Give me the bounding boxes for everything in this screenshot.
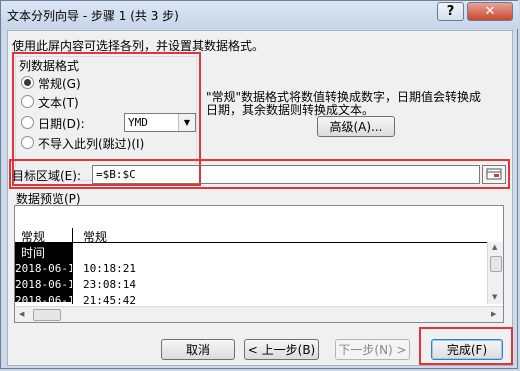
text-to-columns-dialog: 文本分列向导 - 步骤 1 (共 3 步) ? ✕ 使用此屏内容可选择各列，并设…: [0, 0, 519, 369]
destination-input[interactable]: =$B:$C: [92, 165, 480, 184]
preview-cell: 2018-06-12: [15, 278, 72, 291]
preview-cell: 2018-06-13: [15, 262, 72, 275]
radio-date[interactable]: [21, 116, 34, 129]
finish-button[interactable]: 完成(F): [431, 339, 503, 360]
title-bar[interactable]: 文本分列向导 - 步骤 1 (共 3 步) ? ✕: [1, 1, 519, 29]
radio-skip-column[interactable]: [21, 136, 34, 149]
collapse-dialog-button[interactable]: [482, 165, 506, 184]
data-preview[interactable]: 常规 常规 时间 2018-06-13 10:18:21 2018-06-12 …: [14, 205, 504, 323]
scroll-right-icon: ▶: [491, 310, 497, 318]
destination-label: 目标区域(E):: [12, 169, 81, 183]
preview-header-col2[interactable]: 常规: [83, 228, 107, 244]
radio-general-label[interactable]: 常规(G): [38, 75, 81, 92]
help-button[interactable]: ?: [437, 2, 464, 21]
date-format-select[interactable]: YMD ▼: [124, 113, 196, 132]
preview-cell: 时间: [21, 246, 46, 260]
preview-horizontal-scrollbar[interactable]: ◀ ▶: [15, 306, 503, 322]
dialog-content: 使用此屏内容可选择各列，并设置其数据格式。 列数据格式 常规(G) 文本(T) …: [7, 30, 513, 366]
preview-cell: 23:08:14: [83, 278, 136, 291]
destination-value: =$B:$C: [96, 168, 136, 181]
preview-vertical-scrollbar[interactable]: ▲ ▼: [487, 242, 503, 304]
close-button[interactable]: ✕: [467, 2, 513, 21]
preview-cell: 10:18:21: [83, 262, 136, 275]
cancel-button[interactable]: 取消: [161, 339, 235, 360]
chevron-down-icon[interactable]: ▼: [178, 114, 195, 131]
range-select-icon: [486, 168, 502, 180]
scroll-up-icon: ▲: [492, 243, 498, 251]
advanced-button[interactable]: 高级(A)...: [317, 116, 395, 137]
radio-text[interactable]: [21, 95, 34, 108]
column-format-title: 列数据格式: [18, 57, 81, 74]
radio-date-label[interactable]: 日期(D):: [38, 115, 85, 132]
preview-header-col1[interactable]: 常规: [21, 228, 45, 244]
scroll-down-icon: ▼: [492, 293, 498, 301]
scroll-left-icon: ◀: [19, 310, 25, 318]
date-format-value: YMD: [128, 116, 148, 129]
next-button[interactable]: 下一步(N) >: [335, 339, 410, 360]
vertical-scroll-thumb[interactable]: [490, 256, 502, 272]
horizontal-scroll-thumb[interactable]: [33, 309, 61, 321]
window-title: 文本分列向导 - 步骤 1 (共 3 步): [7, 9, 179, 23]
back-button[interactable]: < 上一步(B): [244, 339, 319, 360]
radio-general[interactable]: [21, 76, 34, 89]
radio-skip-column-label[interactable]: 不导入此列(跳过)(I): [38, 135, 144, 152]
radio-text-label[interactable]: 文本(T): [38, 94, 79, 111]
instruction-text: 使用此屏内容可选择各列，并设置其数据格式。: [12, 39, 265, 53]
